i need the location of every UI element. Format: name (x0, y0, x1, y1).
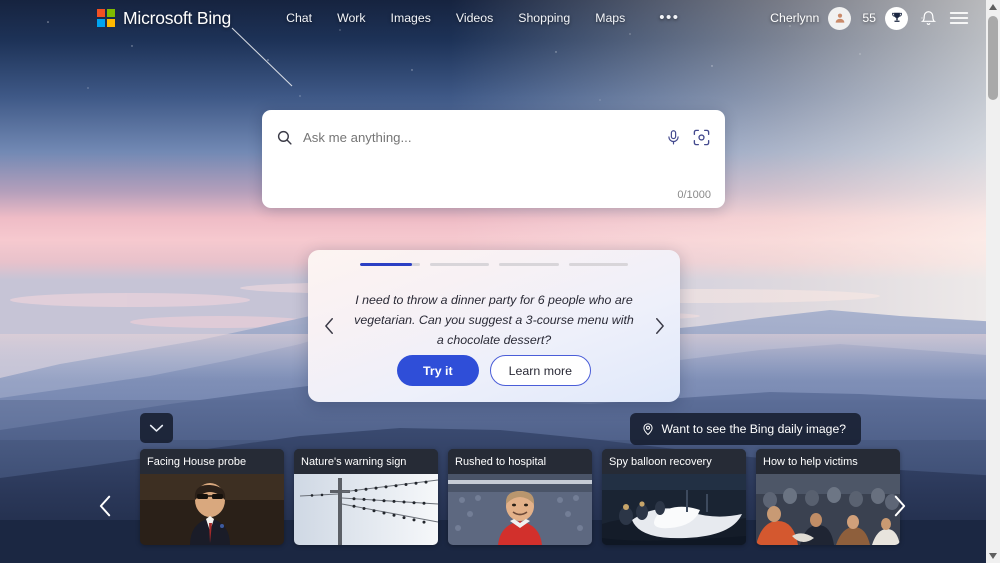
header-actions: Cherlynn 55 (770, 6, 970, 30)
scrollbar-down-button[interactable] (986, 549, 1000, 563)
rewards-trophy-button[interactable] (885, 6, 908, 30)
news-card-title: Spy balloon recovery (602, 449, 746, 474)
scrollbar-thumb[interactable] (988, 16, 998, 100)
nav-item-videos[interactable]: Videos (455, 8, 494, 28)
chevron-left-icon (99, 495, 110, 517)
bing-logo-link[interactable]: Microsoft Bing (97, 8, 231, 29)
page-viewport: Microsoft Bing Chat Work Images Videos S… (0, 0, 986, 563)
carousel-progress-indicator (360, 263, 628, 266)
scrollbar-up-button[interactable] (986, 0, 1000, 14)
nav-item-shopping[interactable]: Shopping (517, 8, 571, 28)
search-box[interactable]: 0/1000 (262, 110, 725, 208)
news-card-strip: Facing House probe Nature's warning sign… (140, 449, 900, 545)
news-card-title: How to help victims (756, 449, 900, 474)
trophy-icon (891, 12, 902, 22)
visual-search-icon[interactable] (692, 128, 711, 147)
nav-item-work[interactable]: Work (336, 8, 366, 28)
notifications-bell-button[interactable] (917, 7, 939, 29)
avatar[interactable] (828, 6, 852, 30)
news-card[interactable]: Spy balloon recovery (602, 449, 746, 545)
chevron-right-icon (655, 318, 664, 334)
hamburger-menu-button[interactable] (948, 7, 970, 29)
news-card-thumbnail (448, 474, 592, 545)
main-navigation: Chat Work Images Videos Shopping Maps ••… (285, 8, 679, 28)
news-card-title: Facing House probe (140, 449, 284, 474)
news-card[interactable]: Nature's warning sign (294, 449, 438, 545)
caret-up-icon (989, 4, 997, 10)
location-pin-icon (642, 423, 653, 436)
suggestion-card: I need to throw a dinner party for 6 peo… (308, 250, 680, 402)
news-card-thumbnail (602, 474, 746, 545)
page-scrollbar[interactable] (986, 0, 1000, 563)
microsoft-logo-icon (97, 9, 115, 27)
nav-item-maps[interactable]: Maps (594, 8, 626, 28)
news-card[interactable]: Facing House probe (140, 449, 284, 545)
carousel-next-button[interactable] (884, 486, 914, 526)
collapse-feed-button[interactable] (140, 413, 173, 443)
microphone-icon[interactable] (665, 128, 682, 147)
learn-more-button[interactable]: Learn more (489, 355, 591, 386)
news-card[interactable]: Rushed to hospital (448, 449, 592, 545)
site-header: Microsoft Bing Chat Work Images Videos S… (0, 0, 986, 36)
search-input[interactable] (303, 129, 655, 145)
news-card-title: Rushed to hospital (448, 449, 592, 474)
try-it-button[interactable]: Try it (397, 355, 479, 386)
chevron-left-icon (324, 318, 333, 334)
news-card-thumbnail (294, 474, 438, 545)
search-input-row (262, 120, 725, 154)
news-card[interactable]: How to help victims (756, 449, 900, 545)
daily-image-label: Want to see the Bing daily image? (661, 422, 847, 436)
suggestion-prompt-text: I need to throw a dinner party for 6 peo… (354, 293, 634, 348)
news-card-title: Nature's warning sign (294, 449, 438, 474)
progress-segment-4[interactable] (568, 263, 628, 266)
news-card-thumbnail (756, 474, 900, 545)
bing-daily-image-button[interactable]: Want to see the Bing daily image? (629, 413, 861, 445)
account-name[interactable]: Cherlynn (770, 11, 819, 25)
search-icon[interactable] (276, 129, 293, 146)
progress-segment-3[interactable] (499, 263, 559, 266)
progress-segment-1[interactable] (360, 263, 420, 266)
character-counter: 0/1000 (677, 189, 711, 201)
suggestion-actions: Try it Learn more (308, 355, 680, 386)
news-carousel: Facing House probe Nature's warning sign… (0, 449, 986, 563)
chevron-down-icon (149, 424, 164, 432)
suggestion-prev-button[interactable] (318, 311, 340, 341)
nav-item-chat[interactable]: Chat (285, 8, 313, 28)
hamburger-icon (949, 12, 969, 24)
news-card-thumbnail (140, 474, 284, 545)
caret-down-icon (989, 553, 997, 559)
nav-item-images[interactable]: Images (390, 8, 432, 28)
person-icon (835, 13, 845, 23)
suggestion-next-button[interactable] (648, 311, 670, 341)
nav-more-icon[interactable]: ••• (659, 10, 679, 25)
bell-icon (920, 10, 936, 25)
brand-title: Microsoft Bing (123, 7, 232, 28)
rewards-points: 55 (862, 11, 876, 25)
progress-segment-2[interactable] (429, 263, 489, 266)
carousel-prev-button[interactable] (90, 486, 120, 526)
chevron-right-icon (894, 495, 905, 517)
